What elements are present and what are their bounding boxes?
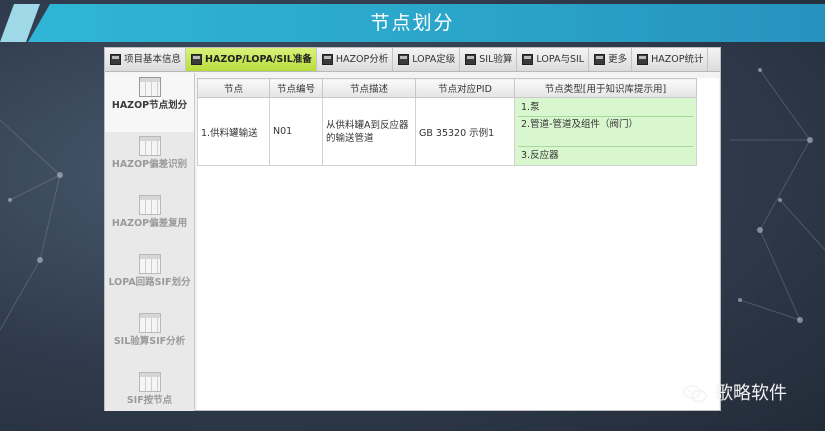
cell-node[interactable]: 1.供料罐输送 bbox=[197, 97, 270, 166]
sidebar-item-hazop-node-division[interactable]: HAZOP节点划分 bbox=[105, 73, 194, 132]
table-icon bbox=[138, 77, 161, 97]
table-icon bbox=[138, 136, 161, 156]
wechat-logo-icon bbox=[683, 385, 707, 403]
sidebar-item-hazop-deviation-identify[interactable]: HAZOP偏差识别 bbox=[105, 132, 194, 191]
sidebar-item-label: LOPA回路SIF划分 bbox=[108, 277, 191, 288]
folder-icon bbox=[465, 54, 477, 65]
column-header-node-type[interactable]: 节点类型[用于知识库提示用] bbox=[514, 78, 697, 98]
tab-hazop-lopa-sil-prep[interactable]: HAZOP/LOPA/SIL准备 bbox=[186, 48, 317, 71]
cell-node-type[interactable]: 1.泵 2.管道-管道及组件（阀门） 3.反应器 bbox=[514, 97, 697, 166]
folder-icon bbox=[398, 54, 410, 65]
sidebar-item-label: HAZOP偏差复用 bbox=[111, 218, 188, 229]
sidebar-item-sif-by-node[interactable]: SIF按节点 bbox=[105, 368, 194, 411]
tab-label: HAZOP/LOPA/SIL准备 bbox=[205, 54, 312, 65]
watermark: 歌略软件 bbox=[683, 379, 823, 409]
app-window: 项目基本信息 HAZOP/LOPA/SIL准备 HAZOP分析 LOPA定级 S… bbox=[104, 47, 721, 411]
column-header-node[interactable]: 节点 bbox=[197, 78, 270, 98]
column-header-node-pid[interactable]: 节点对应PID bbox=[415, 78, 515, 98]
folder-icon bbox=[191, 54, 203, 65]
table-icon bbox=[138, 372, 161, 392]
column-header-node-code[interactable]: 节点编号 bbox=[269, 78, 323, 98]
node-type-item[interactable]: 2.管道-管道及组件（阀门） bbox=[518, 117, 693, 147]
sidebar-item-label: HAZOP偏差识别 bbox=[111, 159, 188, 170]
sidebar-item-lopa-loop-sif[interactable]: LOPA回路SIF划分 bbox=[105, 250, 194, 309]
folder-icon bbox=[522, 54, 534, 65]
sidebar-item-hazop-deviation-reuse[interactable]: HAZOP偏差复用 bbox=[105, 191, 194, 250]
node-type-item[interactable]: 3.反应器 bbox=[518, 147, 693, 164]
tab-lopa-rating[interactable]: LOPA定级 bbox=[393, 48, 461, 71]
table-icon bbox=[138, 195, 161, 215]
tab-label: SIL验算 bbox=[479, 54, 513, 65]
sidebar: HAZOP节点划分 HAZOP偏差识别 HAZOP偏差复用 LOPA回路SIF划… bbox=[105, 73, 195, 411]
cell-node-code[interactable]: N01 bbox=[269, 97, 323, 166]
tab-label: 项目基本信息 bbox=[124, 54, 182, 65]
tab-project-info[interactable]: 项目基本信息 bbox=[105, 48, 187, 71]
tab-label: LOPA定级 bbox=[412, 54, 456, 65]
folder-icon bbox=[321, 54, 333, 65]
tab-bar: 项目基本信息 HAZOP/LOPA/SIL准备 HAZOP分析 LOPA定级 S… bbox=[105, 48, 720, 72]
tab-more[interactable]: 更多 bbox=[589, 48, 633, 71]
node-type-item[interactable]: 1.泵 bbox=[518, 100, 693, 117]
column-header-node-description[interactable]: 节点描述 bbox=[322, 78, 416, 98]
table-row[interactable]: 1.供料罐输送 N01 从供料罐A到反应器的输送管道 GB 35320 示例1 … bbox=[197, 97, 697, 166]
sidebar-item-label: HAZOP节点划分 bbox=[111, 100, 188, 111]
table-icon bbox=[138, 313, 161, 333]
tab-sil-verification[interactable]: SIL验算 bbox=[460, 48, 518, 71]
title-banner: 节点划分 bbox=[0, 4, 825, 42]
node-table: 节点 节点编号 节点描述 节点对应PID 节点类型[用于知识库提示用] 1.供料… bbox=[197, 78, 697, 166]
tab-hazop-statistics[interactable]: HAZOP统计 bbox=[632, 48, 709, 71]
tab-label: HAZOP统计 bbox=[651, 54, 704, 65]
page-title: 节点划分 bbox=[370, 12, 455, 34]
cell-node-description[interactable]: 从供料罐A到反应器的输送管道 bbox=[322, 97, 416, 166]
sidebar-item-label: SIL验算SIF分析 bbox=[113, 336, 186, 347]
watermark-text: 歌略软件 bbox=[715, 383, 787, 404]
tab-label: 更多 bbox=[608, 54, 628, 65]
folder-icon bbox=[594, 54, 606, 65]
sidebar-item-sil-sif-analysis[interactable]: SIL验算SIF分析 bbox=[105, 309, 194, 368]
tab-hazop-analysis[interactable]: HAZOP分析 bbox=[317, 48, 394, 71]
tab-lopa-and-sil[interactable]: LOPA与SIL bbox=[517, 48, 590, 71]
tab-label: LOPA与SIL bbox=[536, 54, 585, 65]
folder-icon bbox=[110, 54, 121, 65]
cell-node-pid[interactable]: GB 35320 示例1 bbox=[415, 97, 515, 166]
sidebar-item-label: SIF按节点 bbox=[126, 395, 173, 406]
node-table-panel: 节点 节点编号 节点描述 节点对应PID 节点类型[用于知识库提示用] 1.供料… bbox=[197, 78, 719, 410]
folder-icon bbox=[637, 54, 649, 65]
tab-label: HAZOP分析 bbox=[335, 54, 389, 65]
table-icon bbox=[138, 254, 161, 274]
table-header-row: 节点 节点编号 节点描述 节点对应PID 节点类型[用于知识库提示用] bbox=[197, 78, 697, 98]
